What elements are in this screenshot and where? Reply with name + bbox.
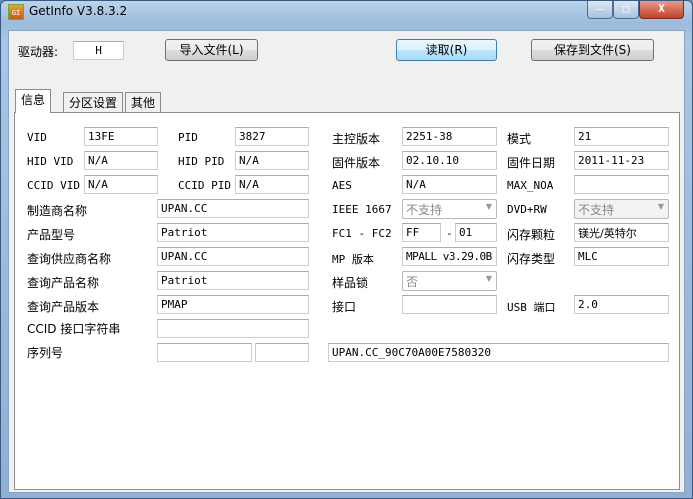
controller-label: 主控版本 bbox=[332, 132, 381, 146]
usb-port-label: USB 端口 bbox=[507, 301, 556, 314]
hid-pid-field[interactable]: N/A bbox=[235, 151, 309, 170]
chevron-down-icon: ▼ bbox=[657, 202, 664, 211]
drive-label: 驱动器: bbox=[18, 45, 59, 59]
hid-pid-label: HID PID bbox=[178, 155, 225, 168]
flash-type-field[interactable]: MLC bbox=[574, 247, 669, 266]
window-title: GetInfo V3.8.3.2 bbox=[29, 4, 128, 18]
query-version-label: 查询产品版本 bbox=[27, 300, 100, 314]
tab-partition[interactable]: 分区设置 bbox=[63, 92, 124, 112]
fc-label: FC1 - FC2 bbox=[332, 227, 392, 240]
sample-lock-label: 样品锁 bbox=[332, 276, 369, 290]
fc-separator: - bbox=[446, 227, 453, 240]
ccid-pid-label: CCID PID bbox=[178, 179, 231, 192]
query-product-label: 查询产品名称 bbox=[27, 276, 100, 290]
query-product-field[interactable]: Patriot bbox=[157, 271, 309, 290]
query-vendor-field[interactable]: UPAN.CC bbox=[157, 247, 309, 266]
firmware-label: 固件版本 bbox=[332, 156, 381, 170]
fc1-field[interactable]: FF bbox=[402, 223, 441, 242]
flash-type-label: 闪存类型 bbox=[507, 252, 556, 266]
tab-info[interactable]: 信息 bbox=[15, 89, 52, 113]
dvdrw-value: 不支持 bbox=[578, 203, 615, 217]
mode-field[interactable]: 21 bbox=[574, 127, 669, 146]
hid-vid-label: HID VID bbox=[27, 155, 74, 168]
ieee1667-select[interactable]: 不支持 ▼ bbox=[402, 199, 497, 219]
max-noa-label: MAX_NOA bbox=[507, 179, 554, 192]
drive-input[interactable]: H bbox=[73, 41, 124, 60]
sample-lock-select[interactable]: 否 ▼ bbox=[402, 271, 497, 291]
query-version-field[interactable]: PMAP bbox=[157, 295, 309, 314]
flash-chip-field[interactable]: 镁光/英特尔 bbox=[574, 223, 669, 242]
serial-label: 序列号 bbox=[27, 346, 64, 360]
query-vendor-label: 查询供应商名称 bbox=[27, 252, 112, 266]
save-to-file-button[interactable]: 保存到文件(S) bbox=[531, 39, 654, 61]
ccid-pid-field[interactable]: N/A bbox=[235, 175, 309, 194]
ieee1667-value: 不支持 bbox=[406, 203, 443, 217]
sample-lock-value: 否 bbox=[406, 275, 419, 289]
firmware-date-field[interactable]: 2011-11-23 bbox=[574, 151, 669, 170]
pid-label: PID bbox=[178, 131, 198, 144]
fc2-field[interactable]: 01 bbox=[455, 223, 497, 242]
pid-field[interactable]: 3827 bbox=[235, 127, 309, 146]
aes-label: AES bbox=[332, 179, 352, 192]
product-model-field[interactable]: Patriot bbox=[157, 223, 309, 242]
dvdrw-select[interactable]: 不支持 ▼ bbox=[574, 199, 669, 219]
max-noa-field[interactable] bbox=[574, 175, 669, 194]
product-model-label: 产品型号 bbox=[27, 228, 76, 242]
import-file-button[interactable]: 导入文件(L) bbox=[165, 39, 258, 61]
flash-chip-label: 闪存颗粒 bbox=[507, 228, 556, 242]
serial-field-2[interactable] bbox=[255, 343, 309, 362]
usb-port-field[interactable]: 2.0 bbox=[574, 295, 669, 314]
mp-version-label: MP 版本 bbox=[332, 253, 374, 266]
hid-vid-field[interactable]: N/A bbox=[84, 151, 158, 170]
read-button[interactable]: 读取(R) bbox=[396, 39, 497, 61]
ccid-string-field[interactable] bbox=[157, 319, 309, 338]
controller-field[interactable]: 2251-38 bbox=[402, 127, 497, 146]
firmware-date-label: 固件日期 bbox=[507, 156, 556, 170]
tab-other[interactable]: 其他 bbox=[125, 92, 162, 112]
ccid-vid-field[interactable]: N/A bbox=[84, 175, 158, 194]
interface-label: 接口 bbox=[332, 300, 357, 314]
interface-field[interactable] bbox=[402, 295, 497, 314]
firmware-field[interactable]: 02.10.10 bbox=[402, 151, 497, 170]
chevron-down-icon: ▼ bbox=[485, 202, 492, 211]
serial-field-1[interactable] bbox=[157, 343, 252, 362]
serial-field-3[interactable]: UPAN.CC_90C70A00E7580320 bbox=[328, 343, 669, 362]
maximize-button[interactable]: □ bbox=[613, 1, 639, 19]
manufacturer-field[interactable]: UPAN.CC bbox=[157, 199, 309, 218]
aes-field[interactable]: N/A bbox=[402, 175, 497, 194]
ccid-vid-label: CCID VID bbox=[27, 179, 80, 192]
ieee1667-label: IEEE 1667 bbox=[332, 203, 392, 216]
chevron-down-icon: ▼ bbox=[485, 274, 492, 283]
app-icon: GI bbox=[8, 4, 24, 20]
vid-field[interactable]: 13FE bbox=[84, 127, 158, 146]
dvdrw-label: DVD+RW bbox=[507, 203, 547, 216]
ccid-string-label: CCID 接口字符串 bbox=[27, 322, 121, 336]
close-button[interactable]: X bbox=[639, 1, 684, 19]
mp-version-field[interactable]: MPALL v3.29.0B bbox=[402, 247, 497, 266]
manufacturer-label: 制造商名称 bbox=[27, 204, 88, 218]
mode-label: 模式 bbox=[507, 132, 532, 146]
minimize-button[interactable]: — bbox=[587, 1, 613, 19]
vid-label: VID bbox=[27, 131, 47, 144]
